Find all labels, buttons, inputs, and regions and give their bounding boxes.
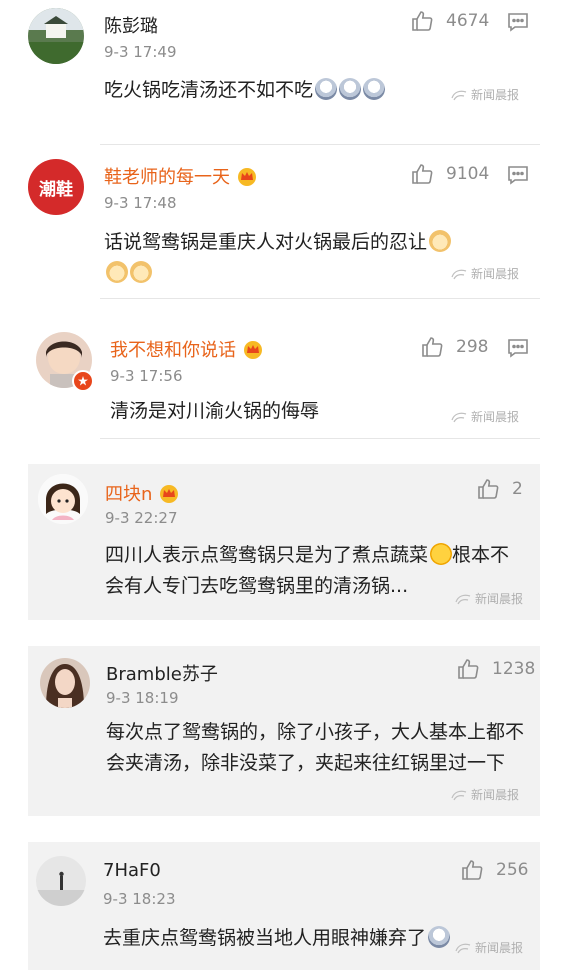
- source-watermark: 新闻晨报: [450, 786, 519, 803]
- timestamp: 9-3 17:48: [104, 194, 177, 212]
- comment-item: 陈彭璐 9-3 17:49 4674 吃火锅吃清汤还不如不吃 新闻晨报: [0, 0, 570, 140]
- doge-emoji-icon: [130, 261, 152, 283]
- grin-emoji-icon: [430, 543, 453, 565]
- username[interactable]: Bramble苏子: [106, 660, 218, 686]
- source-watermark: 新闻晨报: [450, 590, 524, 607]
- timestamp: 9-3 17:56: [110, 367, 183, 385]
- vip-crown-icon: [238, 168, 256, 186]
- like-count: 4674: [446, 11, 490, 31]
- comment-item: 7HaF0 9-3 18:23 256 去重庆点鸳鸯锅被当地人用眼神嫌弃了 新闻…: [28, 842, 540, 970]
- avatar[interactable]: [36, 856, 86, 906]
- avatar[interactable]: [28, 8, 84, 64]
- doge-emoji-icon: [106, 261, 128, 283]
- like-button[interactable]: 1238: [456, 657, 535, 681]
- like-count: 1238: [492, 659, 536, 679]
- comment-item: 潮鞋 鞋老师的每一天 9-3 17:48 9104 话说鸳鸯锅是重庆人对火锅最后…: [0, 145, 570, 295]
- username[interactable]: 我不想和你说话: [110, 336, 264, 362]
- comment-text: 吃火锅吃清汤还不如不吃: [104, 75, 504, 106]
- username[interactable]: 鞋老师的每一天: [104, 163, 258, 189]
- like-button[interactable]: 4674: [410, 9, 489, 33]
- timestamp: 9-3 18:19: [106, 689, 179, 707]
- divider: [100, 438, 540, 439]
- like-count: 9104: [446, 164, 490, 184]
- thumbs-up-icon: [422, 337, 443, 357]
- thumbs-up-icon: [462, 860, 483, 880]
- timestamp: 9-3 17:49: [104, 43, 177, 61]
- like-button[interactable]: 9104: [410, 162, 489, 186]
- shocked-emoji-icon: [363, 78, 386, 100]
- divider: [100, 298, 540, 299]
- username[interactable]: 7HaF0: [103, 860, 161, 881]
- vip-crown-icon: [160, 485, 179, 503]
- avatar[interactable]: 潮鞋: [28, 159, 84, 215]
- like-count: 2: [512, 479, 523, 499]
- thumbs-up-icon: [458, 659, 479, 679]
- like-button[interactable]: 2: [476, 477, 523, 501]
- reply-icon[interactable]: [507, 337, 529, 363]
- comment-item: Bramble苏子 9-3 18:19 1238 每次点了鸳鸯锅的，除了小孩子，…: [28, 646, 540, 816]
- avatar[interactable]: [38, 474, 88, 524]
- username[interactable]: 陈彭璐: [104, 12, 158, 38]
- source-watermark: 新闻晨报: [450, 86, 519, 103]
- doge-emoji-icon: [429, 230, 452, 252]
- shocked-emoji-icon: [339, 78, 362, 100]
- shocked-emoji-icon: [428, 926, 451, 948]
- comment-item: 我不想和你说话 9-3 17:56 298 清汤是对川渝火锅的侮辱 新闻晨报: [0, 320, 570, 438]
- timestamp: 9-3 22:27: [105, 509, 178, 527]
- thumbs-up-icon: [478, 479, 499, 499]
- source-watermark: 新闻晨报: [450, 265, 519, 282]
- thumbs-up-icon: [412, 11, 433, 31]
- like-count: 256: [496, 860, 529, 880]
- shocked-emoji-icon: [315, 78, 338, 100]
- verified-badge-icon: [72, 370, 94, 392]
- avatar[interactable]: [40, 658, 90, 708]
- username[interactable]: 四块n: [105, 480, 180, 506]
- comment-item: 四块n 9-3 22:27 2 四川人表示点鸳鸯锅只是为了煮点蔬菜 根本不会有人专…: [28, 464, 540, 620]
- like-count: 298: [456, 337, 489, 357]
- comment-text: 每次点了鸳鸯锅的，除了小孩子，大人基本上都不会夹清汤，除非没菜了，夹起来往红锅里…: [106, 721, 525, 774]
- vip-crown-icon: [244, 341, 262, 359]
- thumbs-up-icon: [412, 164, 433, 184]
- reply-icon[interactable]: [507, 164, 529, 190]
- source-watermark: 新闻晨报: [450, 408, 519, 425]
- like-button[interactable]: 298: [420, 335, 488, 359]
- timestamp: 9-3 18:23: [103, 890, 176, 908]
- like-button[interactable]: 256: [460, 858, 528, 882]
- source-watermark: 新闻晨报: [450, 939, 524, 956]
- reply-icon[interactable]: [507, 11, 529, 37]
